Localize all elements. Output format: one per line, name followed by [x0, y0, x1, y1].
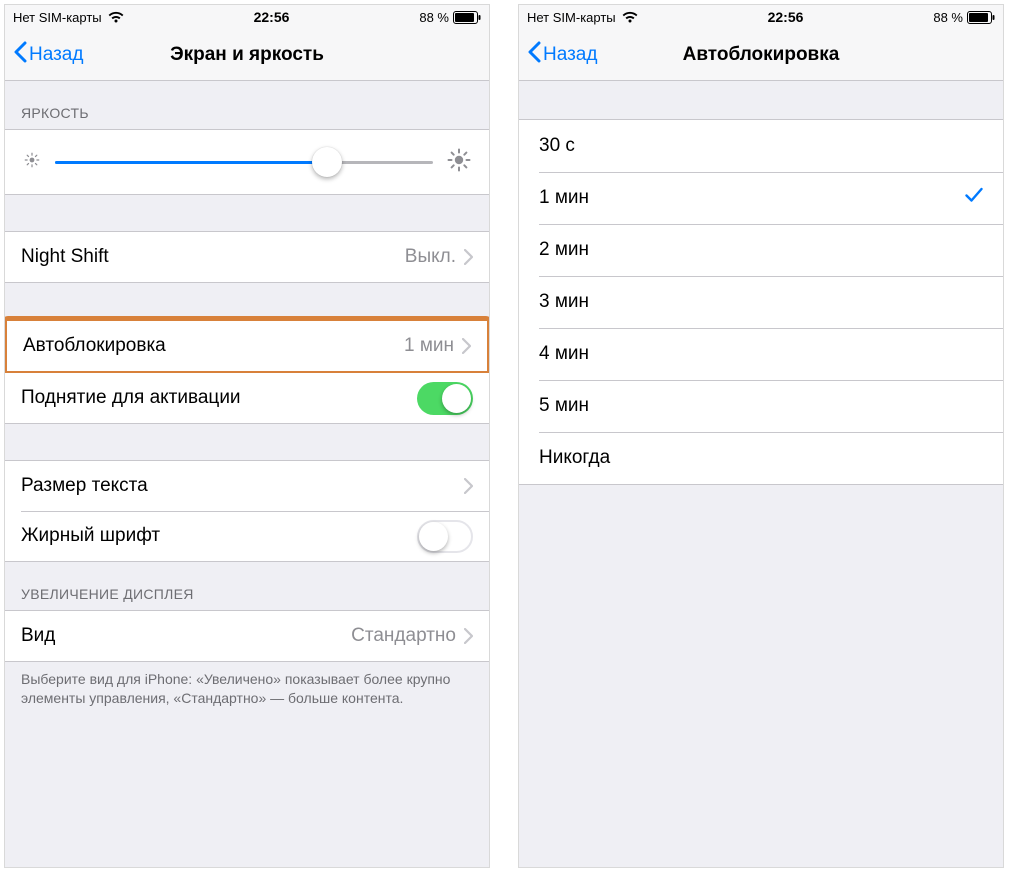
wifi-icon: [108, 11, 124, 23]
battery-icon: [453, 11, 481, 24]
status-right: 88 %: [933, 10, 995, 25]
chevron-right-icon: [464, 249, 473, 265]
raise-to-wake-switch[interactable]: [417, 382, 473, 415]
brightness-group: [5, 129, 489, 195]
text-size-row[interactable]: Размер текста: [5, 461, 489, 511]
raise-to-wake-row: Поднятие для активации: [5, 373, 489, 423]
battery-pct: 88 %: [419, 10, 449, 25]
bold-text-row: Жирный шрифт: [5, 511, 489, 561]
status-left: Нет SIM-карты: [13, 10, 124, 25]
chevron-right-icon: [462, 338, 471, 354]
nav-bar: Назад Экран и яркость: [5, 29, 489, 81]
option-label: 30 с: [539, 135, 575, 157]
back-label: Назад: [29, 44, 83, 66]
autolock-option[interactable]: 2 мин: [519, 224, 1003, 276]
status-time: 22:56: [254, 9, 290, 25]
slider-fill: [55, 161, 327, 164]
status-left: Нет SIM-карты: [527, 10, 638, 25]
switch-knob: [419, 522, 448, 551]
text-size-label: Размер текста: [21, 475, 464, 497]
status-bar: Нет SIM-карты 22:56 88 %: [5, 5, 489, 29]
wifi-icon: [622, 11, 638, 23]
back-label: Назад: [543, 44, 597, 66]
night-shift-value: Выкл.: [405, 246, 456, 268]
view-value: Стандартно: [351, 625, 456, 647]
option-label: 4 мин: [539, 343, 589, 365]
nav-bar: Назад Автоблокировка: [519, 29, 1003, 81]
bold-text-label: Жирный шрифт: [21, 525, 417, 547]
option-label: 2 мин: [539, 239, 589, 261]
back-button[interactable]: Назад: [13, 41, 83, 69]
battery-icon: [967, 11, 995, 24]
bold-text-switch[interactable]: [417, 520, 473, 553]
option-label: Никогда: [539, 447, 610, 469]
autolock-option[interactable]: 1 мин: [519, 172, 1003, 224]
chevron-right-icon: [464, 478, 473, 494]
text-group: Размер текста Жирный шрифт: [5, 460, 489, 562]
view-footer: Выберите вид для iPhone: «Увеличено» пок…: [5, 662, 489, 724]
autolock-label: Автоблокировка: [23, 335, 404, 357]
autolock-value: 1 мин: [404, 335, 454, 357]
carrier-label: Нет SIM-карты: [13, 10, 102, 25]
autolock-row[interactable]: Автоблокировка 1 мин: [7, 321, 487, 371]
back-button[interactable]: Назад: [527, 41, 597, 69]
brightness-section-header: ЯРКОСТЬ: [5, 81, 489, 129]
option-label: 5 мин: [539, 395, 589, 417]
carrier-label: Нет SIM-карты: [527, 10, 616, 25]
raise-to-wake-label: Поднятие для активации: [21, 387, 417, 409]
brightness-slider-row: [5, 130, 489, 194]
status-right: 88 %: [419, 10, 481, 25]
view-group: Вид Стандартно: [5, 610, 489, 662]
night-shift-row[interactable]: Night Shift Выкл.: [5, 232, 489, 282]
chevron-left-icon: [13, 41, 27, 69]
autolock-group-top: Автоблокировка 1 мин: [7, 321, 487, 371]
phone-autolock: Нет SIM-карты 22:56 88 % Назад Автоблоки…: [518, 4, 1004, 868]
view-label: Вид: [21, 625, 351, 647]
autolock-option[interactable]: 5 мин: [519, 380, 1003, 432]
night-shift-label: Night Shift: [21, 246, 405, 268]
sun-large-icon: [447, 148, 471, 177]
phone-display-brightness: Нет SIM-карты 22:56 88 % Назад Экран и я…: [4, 4, 490, 868]
brightness-slider[interactable]: [55, 161, 433, 164]
night-shift-group: Night Shift Выкл.: [5, 231, 489, 283]
autolock-option[interactable]: 30 с: [519, 120, 1003, 172]
display-zoom-header: УВЕЛИЧЕНИЕ ДИСПЛЕЯ: [5, 562, 489, 610]
autolock-option[interactable]: 4 мин: [519, 328, 1003, 380]
battery-pct: 88 %: [933, 10, 963, 25]
chevron-right-icon: [464, 628, 473, 644]
raise-to-wake-group: Поднятие для активации: [5, 373, 489, 424]
slider-thumb[interactable]: [312, 147, 342, 177]
option-label: 1 мин: [539, 187, 589, 209]
switch-knob: [442, 384, 471, 413]
view-row[interactable]: Вид Стандартно: [5, 611, 489, 661]
autolock-option[interactable]: Никогда: [519, 432, 1003, 484]
status-bar: Нет SIM-карты 22:56 88 %: [519, 5, 1003, 29]
autolock-highlight: Автоблокировка 1 мин: [4, 316, 490, 376]
checkmark-icon: [965, 187, 983, 209]
autolock-options-group: 30 с 1 мин 2 мин 3 мин 4 мин 5 мин Никогда: [519, 119, 1003, 485]
chevron-left-icon: [527, 41, 541, 69]
autolock-option[interactable]: 3 мин: [519, 276, 1003, 328]
status-time: 22:56: [768, 9, 804, 25]
option-label: 3 мин: [539, 291, 589, 313]
sun-small-icon: [23, 151, 41, 174]
